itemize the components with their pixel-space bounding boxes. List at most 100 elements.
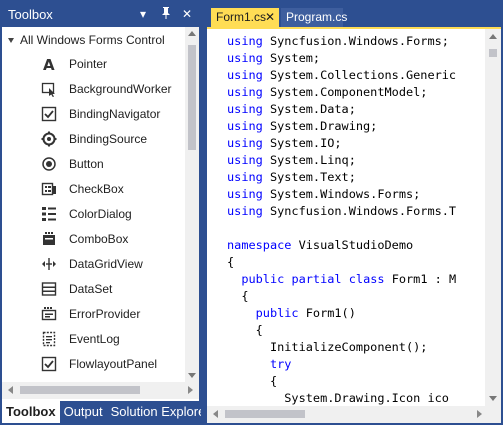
scroll-left-arrow-icon[interactable] bbox=[213, 410, 218, 418]
code-text: { bbox=[227, 289, 249, 303]
background-worker-icon bbox=[41, 81, 57, 97]
code-keyword: using bbox=[227, 85, 263, 99]
editor-vertical-scrollbar[interactable] bbox=[485, 29, 501, 406]
toolbox-item-label: Pointer bbox=[69, 57, 108, 71]
scroll-thumb[interactable] bbox=[225, 410, 305, 418]
scroll-up-arrow-icon[interactable] bbox=[188, 31, 196, 36]
toolbox-item-bindingnavigator[interactable]: BindingNavigator bbox=[2, 102, 185, 127]
toolbox-item-errorprovider[interactable]: ErrorProvider bbox=[2, 302, 185, 327]
toolbox-item-pointer[interactable]: A Pointer bbox=[2, 52, 185, 77]
binding-source-icon bbox=[41, 131, 57, 147]
scroll-right-arrow-icon[interactable] bbox=[188, 386, 193, 394]
code-line: using System.Linq; bbox=[227, 152, 356, 169]
toolbox-item-label: DataSet bbox=[69, 282, 113, 296]
toolbox-title: Toolbox bbox=[8, 7, 53, 22]
code-keyword: using bbox=[227, 119, 263, 133]
close-icon[interactable]: ✕ bbox=[265, 10, 275, 24]
pointer-icon: A bbox=[41, 56, 57, 72]
toolbox-item-colordialog[interactable]: ColorDialog bbox=[2, 202, 185, 227]
toolbox-item-flowlayoutpanel[interactable]: FlowlayoutPanel bbox=[2, 352, 185, 377]
toolbox-vertical-scrollbar[interactable] bbox=[185, 27, 199, 382]
scroll-left-arrow-icon[interactable] bbox=[8, 386, 13, 394]
checkbox-icon bbox=[41, 181, 57, 197]
toolbox-item-label: DataGridView bbox=[69, 257, 143, 271]
color-dialog-icon bbox=[41, 206, 57, 222]
code-area[interactable]: using Syncfusion.Windows.Forms; using Sys… bbox=[207, 29, 485, 406]
code-text: System.Linq; bbox=[262, 153, 356, 167]
toolbox-item-label: Button bbox=[69, 157, 104, 171]
pin-icon[interactable] bbox=[160, 6, 172, 24]
toolbox-item-label: CheckBox bbox=[69, 182, 124, 196]
svg-text:A: A bbox=[43, 56, 55, 72]
code-keyword: partial bbox=[291, 272, 342, 286]
code-keyword: namespace bbox=[227, 238, 292, 252]
code-line: using Syncfusion.Windows.Forms.T bbox=[227, 203, 456, 220]
scroll-thumb[interactable] bbox=[188, 45, 196, 150]
code-text: System; bbox=[262, 51, 321, 65]
code-text: { bbox=[227, 255, 235, 269]
toolbox-item-label: BindingNavigator bbox=[69, 107, 161, 121]
code-keyword: public bbox=[255, 306, 299, 320]
scroll-thumb[interactable] bbox=[20, 386, 140, 394]
code-keyword: using bbox=[227, 136, 263, 150]
toolbox-item-button[interactable]: Button bbox=[2, 152, 185, 177]
code-line: using System.IO; bbox=[227, 135, 342, 152]
scroll-down-arrow-icon[interactable] bbox=[188, 373, 196, 378]
toolbox-horizontal-scrollbar[interactable] bbox=[2, 382, 199, 399]
toolbox-item-label: EventLog bbox=[69, 332, 120, 346]
code-keyword: using bbox=[227, 170, 263, 184]
code-text: System.IO; bbox=[262, 136, 342, 150]
code-text: System.Data; bbox=[262, 102, 356, 116]
dropdown-icon[interactable]: ▾ bbox=[140, 6, 146, 22]
toolbox-item-combobox[interactable]: ComboBox bbox=[2, 227, 185, 252]
code-line: using System.Drawing; bbox=[227, 118, 377, 135]
scroll-down-arrow-icon[interactable] bbox=[489, 396, 497, 401]
editor-horizontal-scrollbar[interactable] bbox=[207, 406, 501, 423]
code-keyword: using bbox=[227, 187, 263, 201]
tab-output[interactable]: Output bbox=[60, 401, 107, 423]
scroll-up-arrow-icon[interactable] bbox=[489, 34, 497, 39]
code-line: using System.Collections.Generic bbox=[227, 67, 456, 84]
code-text: Syncfusion.Windows.Forms.T bbox=[262, 204, 457, 218]
code-keyword: using bbox=[227, 153, 263, 167]
code-text: Form1 : M bbox=[384, 272, 457, 286]
toolbox-item-datagridview[interactable]: DataGridView bbox=[2, 252, 185, 277]
scroll-right-arrow-icon[interactable] bbox=[477, 410, 482, 418]
toolbox-item-checkbox[interactable]: CheckBox bbox=[2, 177, 185, 202]
tab-program-cs[interactable]: Program.cs bbox=[281, 8, 347, 27]
document-tab-bar: Form1.cs ✕ Program.cs bbox=[207, 2, 501, 29]
combobox-icon bbox=[41, 231, 57, 247]
toolbox-item-eventlog[interactable]: EventLog bbox=[2, 327, 185, 352]
button-icon bbox=[41, 156, 57, 172]
code-line: try bbox=[227, 356, 291, 373]
code-text: Form1() bbox=[298, 306, 356, 320]
code-line: using System; bbox=[227, 50, 320, 67]
scroll-thumb[interactable] bbox=[489, 49, 497, 57]
code-line: using System.Data; bbox=[227, 101, 356, 118]
tab-solution-explorer[interactable]: Solution Explorer bbox=[107, 401, 214, 423]
code-line: { bbox=[227, 373, 277, 390]
code-editor-panel: Form1.cs ✕ Program.cs using Syncfusion.W… bbox=[207, 0, 503, 425]
dataset-icon bbox=[41, 281, 57, 297]
toolbox-item-bindingsource[interactable]: BindingSource bbox=[2, 127, 185, 152]
code-text: System.Collections.Generic bbox=[262, 68, 457, 82]
code-line: using Syncfusion.Windows.Forms; bbox=[227, 33, 449, 50]
event-log-icon bbox=[41, 331, 57, 347]
code-line: InitializeComponent(); bbox=[227, 339, 428, 356]
tab-label: Form1.cs bbox=[216, 10, 267, 24]
tab-toolbox[interactable]: Toolbox bbox=[2, 401, 60, 423]
toolbox-item-backgroundworker[interactable]: BackgroundWorker bbox=[2, 77, 185, 102]
code-text: VisualStudioDemo bbox=[291, 238, 414, 252]
toolbox-item-label: BackgroundWorker bbox=[69, 82, 172, 96]
toolbox-group-header[interactable]: All Windows Forms Control bbox=[8, 31, 165, 49]
close-icon[interactable]: ✕ bbox=[182, 6, 192, 22]
toolbox-item-dataset[interactable]: DataSet bbox=[2, 277, 185, 302]
toolbox-item-label: ErrorProvider bbox=[69, 307, 141, 321]
toolbox-item-label: FlowlayoutPanel bbox=[69, 357, 158, 371]
code-keyword: using bbox=[227, 204, 263, 218]
tab-form1-cs[interactable]: Form1.cs ✕ bbox=[211, 8, 279, 27]
toolbox-item-label: ComboBox bbox=[69, 232, 129, 246]
